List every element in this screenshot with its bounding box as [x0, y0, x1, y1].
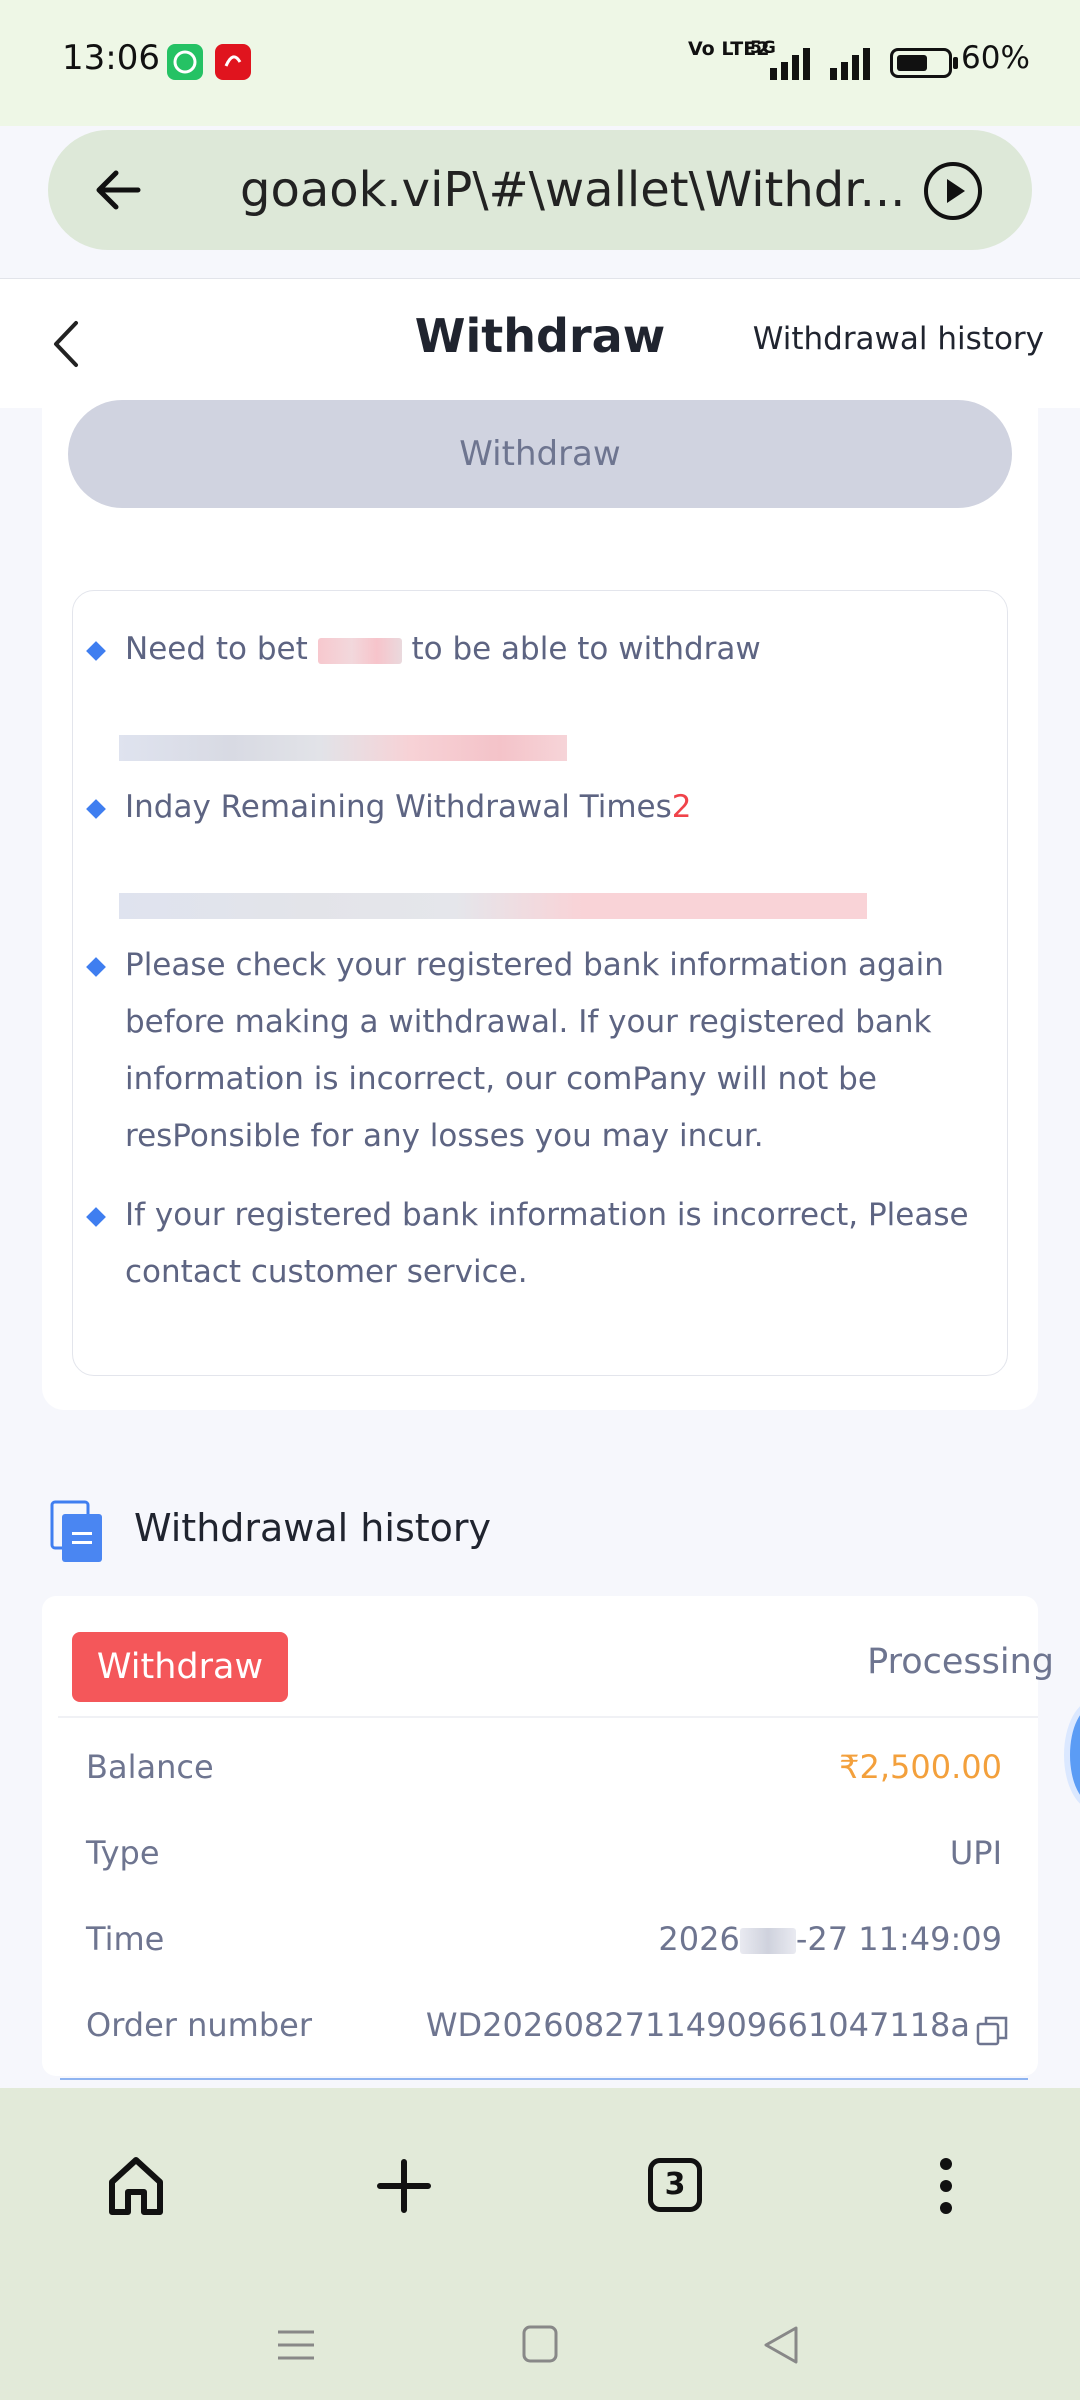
- url-text[interactable]: goaok.viP\#\wallet\Withdr...: [240, 162, 905, 218]
- history-title: Withdrawal history: [134, 1506, 492, 1550]
- notice-bet-prefix: Need to bet: [125, 631, 308, 667]
- order-number-value: WD202608271149096610471​18a: [425, 2006, 970, 2044]
- browser-url-bar[interactable]: goaok.viP\#\wallet\Withdr...: [48, 130, 1032, 250]
- status-time: 13:06: [62, 38, 160, 78]
- document-icon: [50, 1500, 102, 1562]
- notice-bet-requirement: Need to bet to be able to withdraw: [86, 621, 985, 678]
- diamond-bullet-icon: [86, 641, 106, 661]
- type-value: UPI: [949, 1834, 1002, 1872]
- history-record-card[interactable]: Withdraw Processing Balance ₹2,500.00 Ty…: [42, 1596, 1054, 2080]
- more-vert-icon[interactable]: [906, 2146, 986, 2226]
- blurred-progress-bar: [119, 893, 867, 919]
- remaining-label: Inday Remaining Withdrawal Times: [125, 789, 672, 825]
- home-icon[interactable]: [96, 2146, 176, 2226]
- browser-bottom-nav: 3: [0, 2088, 1080, 2400]
- notice-contact-service: If your registered bank information is i…: [86, 1187, 985, 1301]
- blurred-amount: [317, 637, 402, 664]
- tabs-button[interactable]: 3: [636, 2146, 716, 2226]
- back-arrow-icon[interactable]: [88, 160, 148, 220]
- 5g-indicator: 5G: [750, 38, 776, 58]
- battery-percent: 60%: [961, 40, 1030, 76]
- balance-amount: ₹2,500.00: [839, 1748, 1002, 1786]
- blurred-progress-bar: [119, 735, 567, 761]
- withdraw-button[interactable]: Withdraw: [68, 400, 1012, 508]
- floating-service-button[interactable]: [1064, 1700, 1080, 1810]
- home-square-icon[interactable]: [510, 2320, 570, 2370]
- withdrawal-history-link[interactable]: Withdrawal history: [753, 321, 1044, 357]
- record-row-type: Type UPI: [86, 1834, 1002, 1872]
- record-row-balance: Balance ₹2,500.00: [86, 1748, 1002, 1786]
- copy-icon[interactable]: [976, 2014, 1010, 2048]
- withdraw-card: Withdraw Need to bet to be able to withd…: [42, 380, 1038, 1410]
- remaining-value: 2: [671, 789, 692, 825]
- status-bar: 13:06 Vo LTE2 5G 60%: [0, 0, 1080, 126]
- withdraw-notice-box: Need to bet to be able to withdraw Inday…: [72, 590, 1008, 1376]
- blurred-month: [739, 1928, 796, 1954]
- notice-bet-suffix: to be able to withdraw: [411, 631, 761, 667]
- record-row-time: Time 2026 -27 11:49:09: [86, 1920, 1002, 1958]
- record-status: Processing: [867, 1642, 1054, 1682]
- recents-menu-icon[interactable]: [266, 2320, 326, 2370]
- diamond-bullet-icon: [86, 799, 106, 819]
- new-tab-icon[interactable]: [364, 2146, 444, 2226]
- record-row-order: Order number WD202608271149096610471​18a: [86, 2006, 1008, 2056]
- time-value: 2026 -27 11:49:09: [658, 1920, 1002, 1958]
- diamond-bullet-icon: [86, 957, 106, 977]
- airtel-icon: [215, 44, 251, 80]
- whatsapp-icon: [167, 44, 203, 80]
- diamond-bullet-icon: [86, 1207, 106, 1227]
- notice-remaining-times: Inday Remaining Withdrawal Times2: [86, 779, 985, 836]
- back-triangle-icon[interactable]: [752, 2320, 812, 2370]
- record-type-tag: Withdraw: [72, 1632, 288, 1702]
- divider: [58, 1716, 1038, 1718]
- battery-icon: [890, 48, 952, 78]
- notice-check-bank: Please check your registered bank inform…: [86, 937, 985, 1165]
- tab-count: 3: [648, 2158, 702, 2212]
- play-icon[interactable]: [922, 160, 984, 222]
